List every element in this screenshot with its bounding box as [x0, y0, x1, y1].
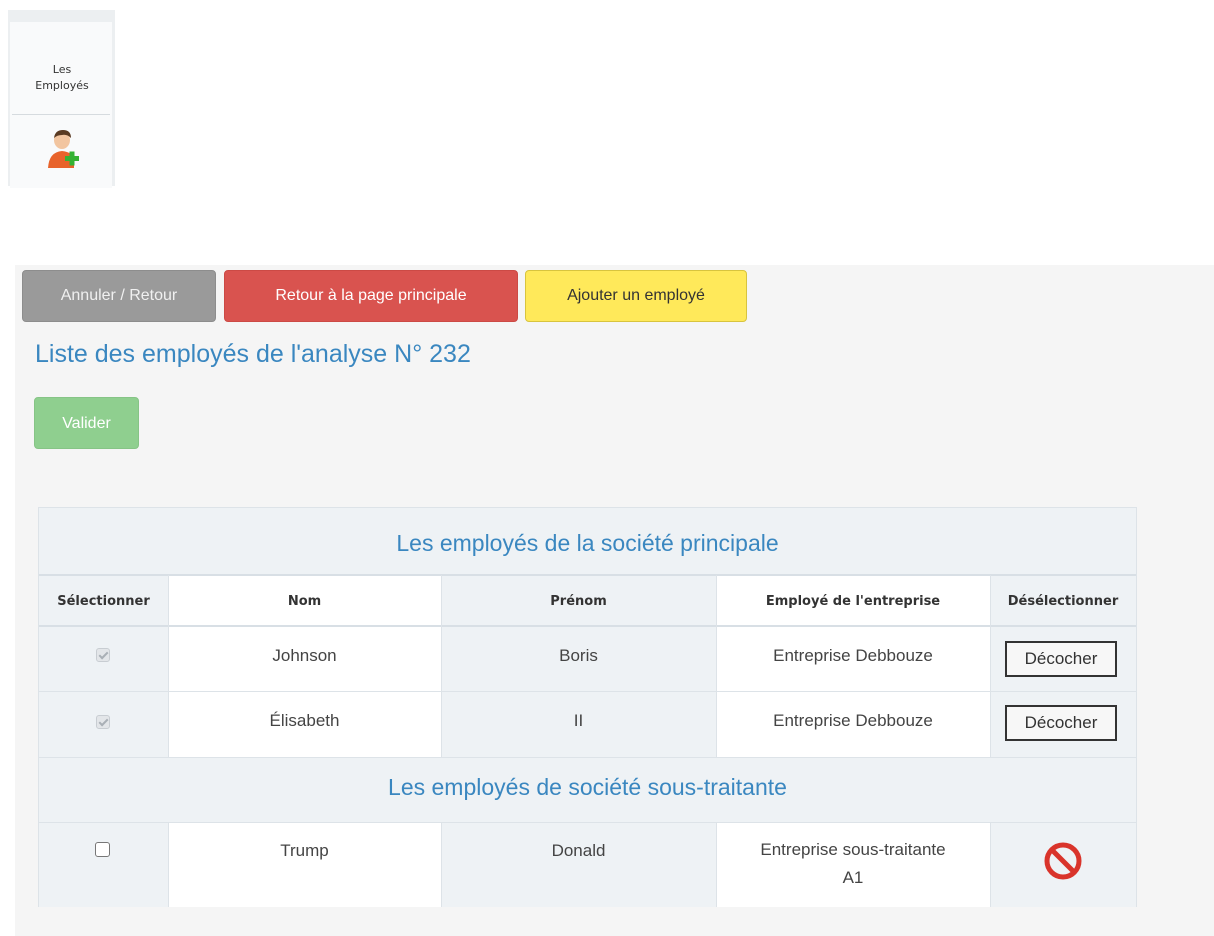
header-entreprise: Employé de l'entreprise [765, 594, 941, 609]
employees-tile-label-line2: Employés [35, 79, 89, 92]
col-divider [168, 823, 169, 907]
cell-prenom: Boris [559, 646, 598, 665]
employees-tile-label: Les Employés [12, 62, 112, 94]
header-deselect: Désélectionner [1007, 594, 1119, 609]
cell-prenom: Donald [551, 841, 606, 860]
col-divider [990, 823, 991, 907]
cell-entreprise: Entreprise Debbouze [773, 646, 933, 665]
cancel-back-button[interactable]: Annuler / Retour [22, 270, 216, 322]
add-user-icon[interactable] [43, 128, 83, 172]
employees-tile-card[interactable]: Les Employés [10, 22, 112, 188]
row-divider [39, 757, 1136, 758]
row-divider [39, 574, 1136, 576]
add-employee-button[interactable]: Ajouter un employé [525, 270, 747, 322]
back-to-home-button[interactable]: Retour à la page principale [224, 270, 518, 322]
cell-entreprise: Entreprise Debbouze [773, 711, 933, 730]
cell-entreprise-line1: Entreprise sous-traitante [760, 840, 946, 859]
cell-entreprise-line2: A1 [842, 868, 864, 887]
employees-tile-label-line1: Les [52, 63, 72, 76]
row-divider [39, 822, 1136, 823]
uncheck-button[interactable]: Décocher [1005, 641, 1117, 677]
forbidden-icon [1044, 842, 1082, 880]
cell-nom: Johnson [272, 646, 337, 665]
cell-entreprise: Entreprise sous-traitante A1 [716, 836, 990, 892]
cell-nom: Trump [280, 841, 329, 860]
header-nom: Nom [287, 594, 322, 609]
page-root: Les Employés Annuler / Retour Retour à l… [0, 0, 1214, 936]
validate-button[interactable]: Valider [34, 397, 139, 449]
row-divider [39, 625, 1136, 627]
row-select-checkbox[interactable] [95, 842, 110, 857]
header-prenom: Prénom [550, 594, 607, 609]
row-divider [39, 691, 1136, 692]
section-title-main: Les employés de la société principale [396, 530, 779, 556]
page-title: Liste des employés de l'analyse N° 232 [35, 340, 471, 368]
header-select: Sélectionner [57, 594, 150, 609]
cell-nom: Élisabeth [269, 711, 340, 730]
row-select-checkbox[interactable] [96, 715, 110, 729]
row-select-checkbox[interactable] [96, 648, 110, 662]
employees-table: Les employés de la société principale Le… [38, 507, 1137, 907]
col-bg-prenom-sub [441, 823, 716, 907]
tile-divider [12, 114, 110, 115]
cell-prenom: II [573, 711, 584, 730]
uncheck-button[interactable]: Décocher [1005, 705, 1117, 741]
col-divider [441, 823, 442, 907]
section-title-subcontractor: Les employés de société sous-traitante [388, 774, 787, 800]
col-bg-nom-sub [168, 823, 441, 907]
employees-tile[interactable]: Les Employés [8, 10, 115, 188]
